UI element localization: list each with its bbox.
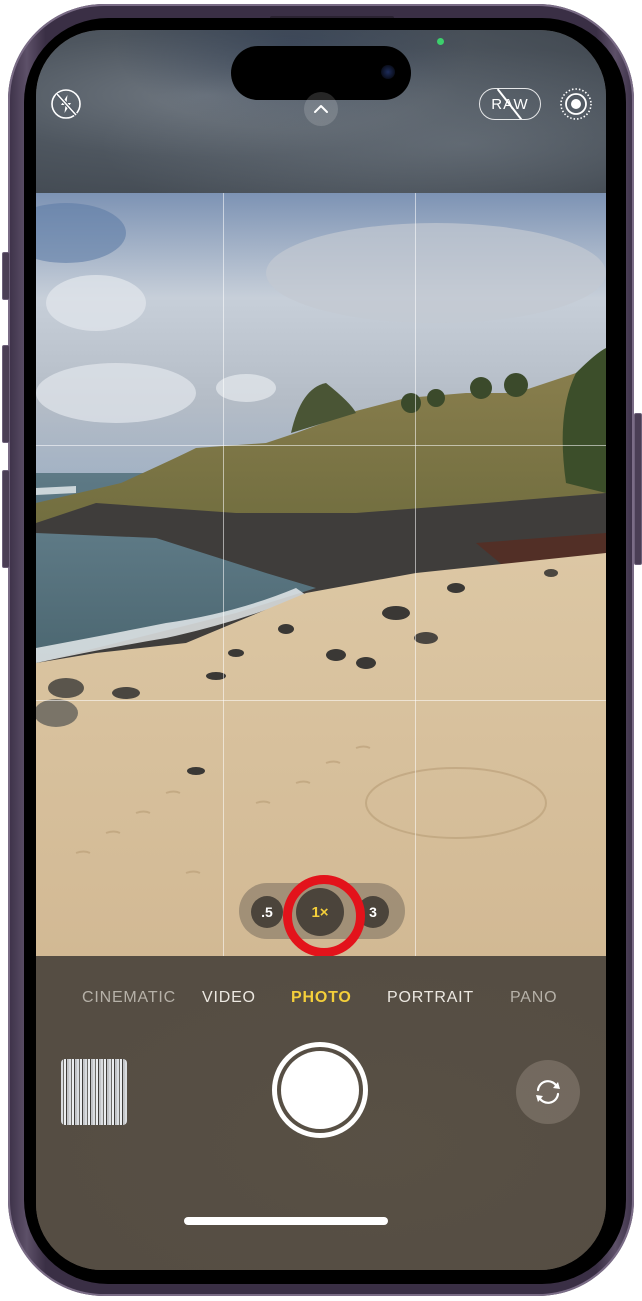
mode-portrait[interactable]: PORTRAIT [387,989,474,1007]
mode-photo[interactable]: PHOTO [291,989,352,1007]
viewfinder-scene [36,193,606,956]
shutter-button[interactable] [272,1042,368,1138]
camera-viewfinder[interactable]: .5 1× 3 [36,193,606,956]
live-photo-icon [560,88,592,120]
flash-off-icon [51,89,81,119]
camera-mode-selector: CINEMATIC VIDEO PHOTO PORTRAIT PANO [36,986,606,1010]
flash-button[interactable] [50,88,82,120]
camera-in-use-indicator [437,38,444,45]
flip-camera-button[interactable] [516,1060,580,1124]
grid-line-vertical-2 [415,193,416,956]
action-button [2,252,10,300]
live-photo-button[interactable] [558,86,594,122]
camera-screen: RAW [36,30,606,1270]
shutter-button-inner [281,1051,359,1129]
camera-flip-icon [536,1080,560,1104]
chevron-up-icon [314,105,328,113]
side-button [634,413,642,565]
grid-line-vertical-1 [223,193,224,956]
raw-toggle-button[interactable]: RAW [479,88,541,120]
mode-pano[interactable]: PANO [510,989,557,1007]
controls-toggle-button[interactable] [304,92,338,126]
front-camera-lens [381,65,395,79]
mode-video[interactable]: VIDEO [202,989,256,1007]
zoom-3x-button[interactable]: 3 [357,896,389,928]
mode-cinematic[interactable]: CINEMATIC [82,989,176,1007]
volume-up-button [2,345,10,443]
volume-down-button [2,470,10,568]
grid-line-horizontal-2 [36,700,606,701]
zoom-1x-button[interactable]: 1× [296,888,344,936]
home-indicator[interactable] [184,1217,388,1225]
zoom-selector: .5 1× 3 [239,875,405,956]
grid-line-horizontal-1 [36,445,606,446]
last-photo-thumbnail[interactable] [61,1059,127,1125]
zoom-0-5x-button[interactable]: .5 [251,896,283,928]
